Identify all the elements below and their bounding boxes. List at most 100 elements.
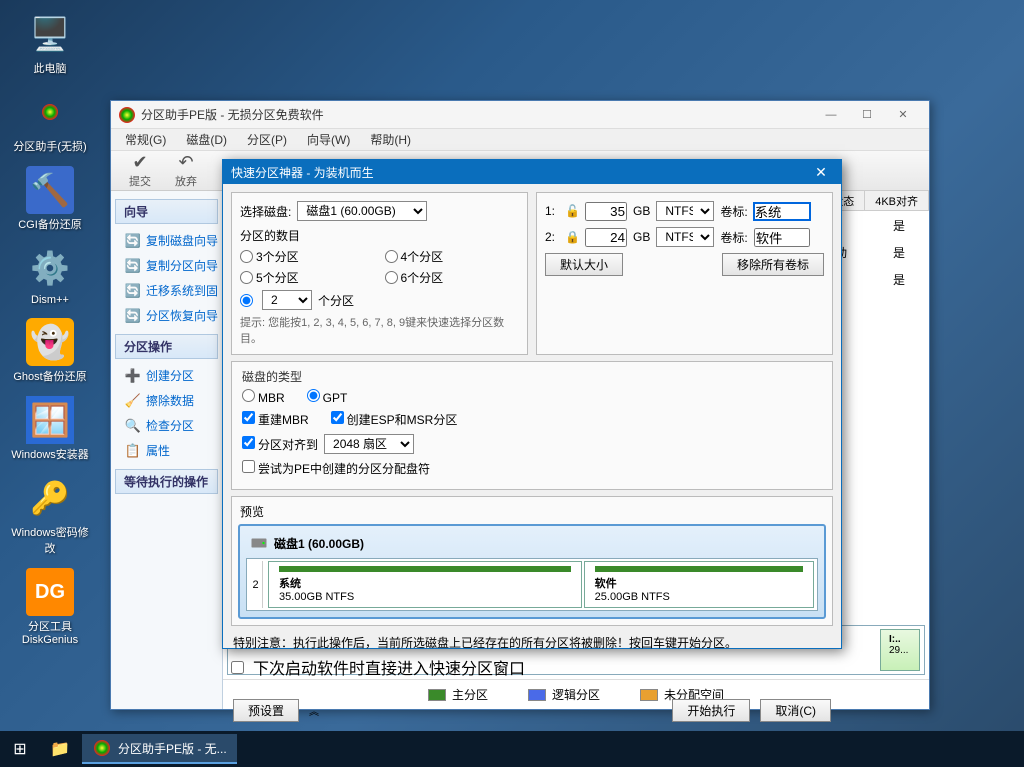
sidebar-migrate[interactable]: 🔄迁移系统到固 — [111, 278, 222, 303]
dialog-left-panel: 选择磁盘: 磁盘1 (60.00GB) 分区的数目 3个分区 4个分区 5个分区… — [231, 192, 528, 355]
size-input-2[interactable] — [585, 228, 627, 247]
desktop-icon-cgi[interactable]: 🔨CGI备份还原 — [10, 166, 90, 232]
hint-text: 提示: 您能按1, 2, 3, 4, 5, 6, 7, 8, 9键来快速选择分区… — [240, 314, 519, 346]
sidebar-wipe[interactable]: 🧹擦除数据 — [111, 388, 222, 413]
props-icon: 📋 — [125, 443, 141, 459]
custom-count-select[interactable]: 2 — [262, 290, 312, 310]
desktop-icon-partition[interactable]: 分区助手(无损) — [10, 88, 90, 154]
app-icon — [119, 107, 135, 123]
check-rebuild-mbr[interactable]: 重建MBR — [242, 411, 309, 428]
dialog-right-panel: 1: 🔓 GB NTFS 卷标: 2: 🔒 GB NTFS 卷标: — [536, 192, 833, 355]
sidebar-props[interactable]: 📋属性 — [111, 438, 222, 463]
desktop-icon-diskgenius[interactable]: DG分区工具DiskGenius — [10, 568, 90, 646]
default-size-button[interactable]: 默认大小 — [545, 253, 623, 276]
disk-type-fieldset: 磁盘的类型 MBR GPT 重建MBR 创建ESP和MSR分区 分区对齐到 20… — [231, 361, 833, 490]
discard-button[interactable]: ↶放弃 — [163, 150, 209, 191]
menu-general[interactable]: 常规(G) — [115, 129, 176, 150]
pc-icon: 🖥️ — [26, 10, 74, 58]
check-create-esp[interactable]: 创建ESP和MSR分区 — [331, 411, 458, 428]
select-disk-dropdown[interactable]: 磁盘1 (60.00GB) — [297, 201, 427, 221]
menu-partition[interactable]: 分区(P) — [237, 129, 297, 150]
copy-part-icon: 🔄 — [125, 258, 141, 274]
hammer-icon: 🔨 — [26, 166, 74, 214]
dialog-title: 快速分区神器 - 为装机而生 — [231, 164, 809, 181]
minimize-button[interactable]: — — [813, 103, 849, 127]
ghost-icon: 👻 — [26, 318, 74, 366]
partition-segment[interactable]: I:.. 29... — [880, 629, 920, 671]
dialog-close-button[interactable]: ✕ — [809, 164, 833, 181]
disk-type-label: 磁盘的类型 — [242, 368, 822, 385]
file-explorer-button[interactable]: 📁 — [40, 731, 80, 767]
preview-label: 预览 — [238, 503, 826, 520]
size-input-1[interactable] — [585, 202, 627, 221]
taskbar-app[interactable]: 分区助手PE版 - 无... — [82, 734, 237, 764]
titlebar[interactable]: 分区助手PE版 - 无损分区免费软件 — ☐ ✕ — [111, 101, 929, 129]
lock-icon[interactable]: 🔒 — [565, 230, 579, 244]
desktop-icon-thispc[interactable]: 🖥️此电脑 — [10, 10, 90, 76]
partition-row-1: 1: 🔓 GB NTFS 卷标: — [545, 201, 824, 221]
cancel-button[interactable]: 取消(C) — [760, 699, 831, 722]
preview-disk: 磁盘1 (60.00GB) 2 系统 35.00GB NTFS 软件 25.00… — [238, 524, 826, 619]
sidebar-copy-partition[interactable]: 🔄复制分区向导 — [111, 253, 222, 278]
disk-icon: DG — [26, 568, 74, 616]
radio-4[interactable]: 4个分区 — [385, 248, 520, 265]
sidebar-check[interactable]: 🔍检查分区 — [111, 413, 222, 438]
preview-segment-2[interactable]: 软件 25.00GB NTFS — [584, 561, 814, 608]
desktop-icons: 🖥️此电脑 分区助手(无损) 🔨CGI备份还原 ⚙️Dism++ 👻Ghost备… — [10, 10, 90, 658]
volume-input-1[interactable] — [754, 203, 810, 220]
desktop-icon-wininstall[interactable]: 🪟Windows安装器 — [10, 396, 90, 462]
partition-count-label: 分区的数目 — [240, 227, 519, 244]
th-4kb[interactable]: 4KB对齐 — [865, 191, 929, 210]
preset-button[interactable]: 预设置 — [233, 699, 299, 722]
migrate-icon: 🔄 — [125, 283, 141, 299]
sidebar-header-pending: 等待执行的操作 — [115, 469, 218, 494]
start-button[interactable]: 开始执行 — [672, 699, 750, 722]
wipe-icon: 🧹 — [125, 393, 141, 409]
close-button[interactable]: ✕ — [885, 103, 921, 127]
radio-custom[interactable]: 2 个分区 — [240, 290, 519, 310]
check-next-open[interactable]: 下次启动软件时直接进入快速分区窗口 — [231, 655, 833, 679]
radio-mbr[interactable]: MBR — [242, 389, 285, 405]
remove-labels-button[interactable]: 移除所有卷标 — [722, 253, 824, 276]
check-part-icon: 🔍 — [125, 418, 141, 434]
check-try-pe[interactable]: 尝试为PE中创建的分区分配盘符 — [242, 460, 430, 477]
sidebar-recover[interactable]: 🔄分区恢复向导 — [111, 303, 222, 328]
align-select[interactable]: 2048 扇区 — [324, 434, 414, 454]
dialog-titlebar[interactable]: 快速分区神器 - 为装机而生 ✕ — [223, 160, 841, 184]
desktop-icon-ghost[interactable]: 👻Ghost备份还原 — [10, 318, 90, 384]
check-icon: ✔ — [132, 152, 147, 173]
radio-3[interactable]: 3个分区 — [240, 248, 375, 265]
menu-disk[interactable]: 磁盘(D) — [176, 129, 237, 150]
commit-button[interactable]: ✔提交 — [117, 150, 163, 191]
preview-segment-1[interactable]: 系统 35.00GB NTFS — [268, 561, 582, 608]
check-align[interactable]: 分区对齐到 — [242, 436, 318, 453]
menu-wizard[interactable]: 向导(W) — [297, 129, 360, 150]
maximize-button[interactable]: ☐ — [849, 103, 885, 127]
sidebar-create[interactable]: ➕创建分区 — [111, 363, 222, 388]
menu-help[interactable]: 帮助(H) — [360, 129, 421, 150]
sidebar: 向导 🔄复制磁盘向导 🔄复制分区向导 🔄迁移系统到固 🔄分区恢复向导 分区操作 … — [111, 191, 223, 709]
desktop-icon-winpwd[interactable]: 🔑Windows密码修改 — [10, 474, 90, 556]
key-icon: 🔑 — [26, 474, 74, 522]
sidebar-header-wizard: 向导 — [115, 199, 218, 224]
select-disk-label: 选择磁盘: — [240, 203, 291, 220]
desktop-icon-dism[interactable]: ⚙️Dism++ — [10, 244, 90, 306]
fs-select-1[interactable]: NTFS — [656, 201, 714, 221]
unlock-icon[interactable]: 🔓 — [565, 204, 579, 218]
radio-gpt[interactable]: GPT — [307, 389, 348, 405]
volume-input-2[interactable] — [754, 228, 810, 247]
expand-icon[interactable]: ︽ — [309, 703, 319, 718]
radio-5[interactable]: 5个分区 — [240, 269, 375, 286]
hdd-icon — [250, 534, 268, 552]
fs-select-2[interactable]: NTFS — [656, 227, 714, 247]
window-title: 分区助手PE版 - 无损分区免费软件 — [141, 106, 813, 123]
sidebar-header-ops: 分区操作 — [115, 334, 218, 359]
partition-row-2: 2: 🔒 GB NTFS 卷标: — [545, 227, 824, 247]
start-button[interactable]: ⊞ — [0, 731, 40, 767]
undo-icon: ↶ — [178, 152, 193, 173]
radio-6[interactable]: 6个分区 — [385, 269, 520, 286]
copy-disk-icon: 🔄 — [125, 233, 141, 249]
sidebar-copy-disk[interactable]: 🔄复制磁盘向导 — [111, 228, 222, 253]
warning-text: 特别注意：执行此操作后，当前所选磁盘上已经存在的所有分区将被删除！按回车键开始分… — [231, 634, 833, 651]
preview-panel: 预览 磁盘1 (60.00GB) 2 系统 35.00GB NTFS 软件 — [231, 496, 833, 626]
